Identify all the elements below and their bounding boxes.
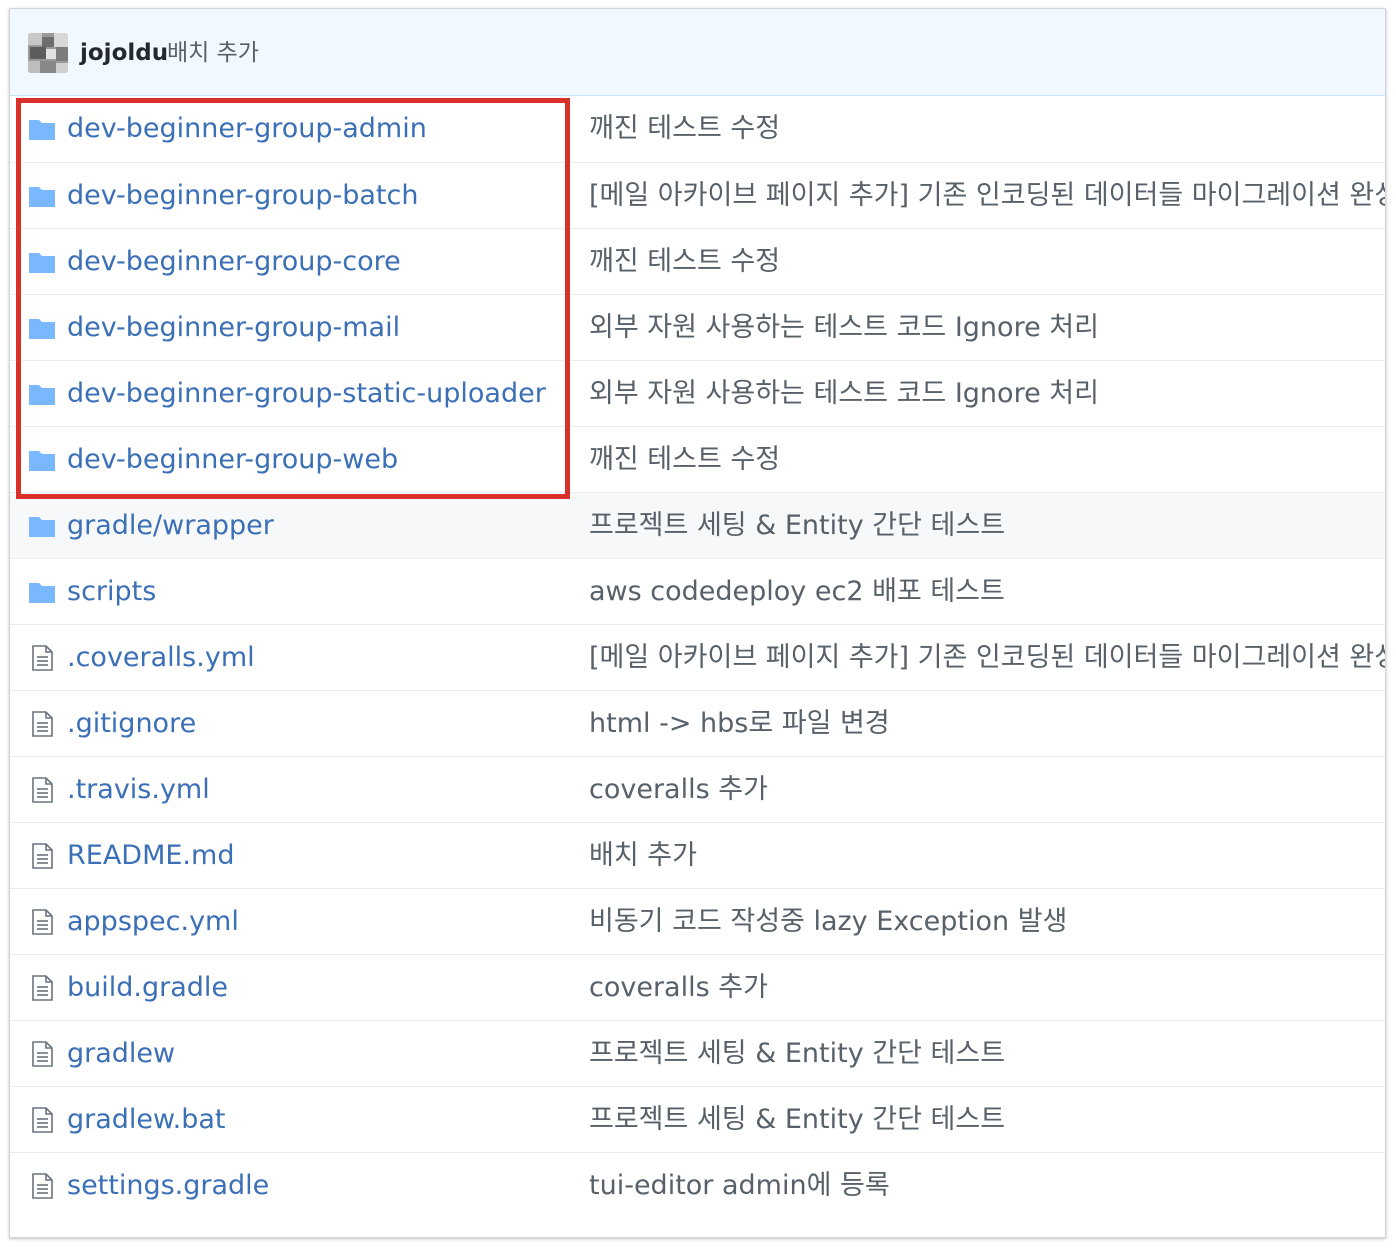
commit-message-link[interactable]: 배치 추가 bbox=[589, 837, 697, 875]
latest-commit-header: jojoldu 배치 추가 bbox=[10, 9, 1385, 96]
file-list: dev-beginner-group-admin 깨진 테스트 수정 dev-beg… bbox=[10, 96, 1385, 1218]
commit-message-link[interactable]: 프로젝트 세팅 & Entity 간단 테스트 bbox=[589, 1035, 1005, 1073]
file-row[interactable]: dev-beginner-group-static-uploader 외부 자원 … bbox=[10, 360, 1385, 426]
commit-message-link[interactable]: 깨진 테스트 수정 bbox=[589, 243, 780, 281]
file-icon bbox=[28, 644, 56, 672]
file-name-link[interactable]: .gitignore bbox=[67, 705, 196, 743]
file-icon bbox=[28, 710, 56, 738]
file-name-link[interactable]: dev-beginner-group-static-uploader bbox=[67, 375, 546, 413]
folder-icon bbox=[28, 248, 56, 276]
folder-icon bbox=[28, 115, 56, 143]
commit-message-link[interactable]: html -> hbs로 파일 변경 bbox=[589, 705, 890, 743]
file-name-link[interactable]: build.gradle bbox=[67, 969, 228, 1007]
file-row[interactable]: gradlew 프로젝트 세팅 & Entity 간단 테스트 bbox=[10, 1020, 1385, 1086]
commit-message-link[interactable]: 프로젝트 세팅 & Entity 간단 테스트 bbox=[589, 507, 1005, 545]
commit-message-link[interactable]: 비동기 코드 작성중 lazy Exception 발생 bbox=[589, 903, 1067, 941]
commit-message-link[interactable]: coveralls 추가 bbox=[589, 771, 768, 809]
file-row[interactable]: build.gradle coveralls 추가 bbox=[10, 954, 1385, 1020]
commit-message-link[interactable]: coveralls 추가 bbox=[589, 969, 768, 1007]
file-row[interactable]: dev-beginner-group-web 깨진 테스트 수정 bbox=[10, 426, 1385, 492]
file-name-link[interactable]: dev-beginner-group-batch bbox=[67, 177, 418, 215]
file-name-link[interactable]: settings.gradle bbox=[67, 1167, 269, 1205]
avatar[interactable] bbox=[28, 33, 68, 73]
commit-message-link[interactable]: 깨진 테스트 수정 bbox=[589, 441, 780, 479]
file-row[interactable]: .coveralls.yml [메일 아카이브 페이지 추가] 기존 인코딩된 데… bbox=[10, 624, 1385, 690]
file-row[interactable]: appspec.yml 비동기 코드 작성중 lazy Exception 발생 bbox=[10, 888, 1385, 954]
file-name-link[interactable]: appspec.yml bbox=[67, 903, 239, 941]
commit-message-link[interactable]: 외부 자원 사용하는 테스트 코드 Ignore 처리 bbox=[589, 375, 1099, 413]
file-name-link[interactable]: gradlew.bat bbox=[67, 1101, 226, 1139]
file-row[interactable]: dev-beginner-group-admin 깨진 테스트 수정 bbox=[10, 96, 1385, 162]
commit-message-link[interactable]: [메일 아카이브 페이지 추가] 기존 인코딩된 데이터들 마이그레이션 완성 bbox=[589, 177, 1385, 215]
file-icon bbox=[28, 1106, 56, 1134]
file-icon bbox=[28, 842, 56, 870]
file-row[interactable]: dev-beginner-group-core 깨진 테스트 수정 bbox=[10, 228, 1385, 294]
file-row[interactable]: README.md 배치 추가 bbox=[10, 822, 1385, 888]
commit-message-link[interactable]: 깨진 테스트 수정 bbox=[589, 110, 780, 148]
file-icon bbox=[28, 974, 56, 1002]
commit-message-link[interactable]: 외부 자원 사용하는 테스트 코드 Ignore 처리 bbox=[589, 309, 1099, 347]
file-name-link[interactable]: .coveralls.yml bbox=[67, 639, 255, 677]
folder-icon bbox=[28, 380, 56, 408]
file-row[interactable]: settings.gradle tui-editor admin에 등록 bbox=[10, 1152, 1385, 1218]
file-row[interactable]: gradle/wrapper 프로젝트 세팅 & Entity 간단 테스트 bbox=[10, 492, 1385, 558]
commit-message-link[interactable]: aws codedeploy ec2 배포 테스트 bbox=[589, 573, 1005, 611]
file-name-link[interactable]: dev-beginner-group-core bbox=[67, 243, 401, 281]
file-icon bbox=[28, 908, 56, 936]
file-row[interactable]: dev-beginner-group-mail 외부 자원 사용하는 테스트 코드… bbox=[10, 294, 1385, 360]
folder-icon bbox=[28, 578, 56, 606]
file-name-link[interactable]: .travis.yml bbox=[67, 771, 210, 809]
file-row[interactable]: .travis.yml coveralls 추가 bbox=[10, 756, 1385, 822]
file-icon bbox=[28, 1040, 56, 1068]
commit-message-link[interactable]: tui-editor admin에 등록 bbox=[589, 1167, 890, 1205]
file-name-link[interactable]: gradle/wrapper bbox=[67, 507, 274, 545]
commit-message-link[interactable]: [메일 아카이브 페이지 추가] 기존 인코딩된 데이터들 마이그레이션 완성 bbox=[589, 639, 1385, 677]
folder-icon bbox=[28, 182, 56, 210]
file-row[interactable]: .gitignore html -> hbs로 파일 변경 bbox=[10, 690, 1385, 756]
file-name-link[interactable]: dev-beginner-group-mail bbox=[67, 309, 400, 347]
folder-icon bbox=[28, 512, 56, 540]
file-row[interactable]: gradlew.bat 프로젝트 세팅 & Entity 간단 테스트 bbox=[10, 1086, 1385, 1152]
file-name-link[interactable]: README.md bbox=[67, 837, 234, 875]
file-icon bbox=[28, 776, 56, 804]
file-name-link[interactable]: dev-beginner-group-web bbox=[67, 441, 398, 479]
folder-icon bbox=[28, 446, 56, 474]
commit-message-link[interactable]: 프로젝트 세팅 & Entity 간단 테스트 bbox=[589, 1101, 1005, 1139]
file-name-link[interactable]: gradlew bbox=[67, 1035, 175, 1073]
file-row[interactable]: dev-beginner-group-batch [메일 아카이브 페이지 추가]… bbox=[10, 162, 1385, 228]
file-name-link[interactable]: dev-beginner-group-admin bbox=[67, 110, 427, 148]
commit-author[interactable]: jojoldu bbox=[80, 36, 168, 70]
file-browser-panel: jojoldu 배치 추가 dev-beginner-group-admin 깨진… bbox=[9, 8, 1386, 1238]
folder-icon bbox=[28, 314, 56, 342]
file-name-link[interactable]: scripts bbox=[67, 573, 156, 611]
file-row[interactable]: scripts aws codedeploy ec2 배포 테스트 bbox=[10, 558, 1385, 624]
commit-message[interactable]: 배치 추가 bbox=[167, 36, 259, 70]
file-icon bbox=[28, 1172, 56, 1200]
